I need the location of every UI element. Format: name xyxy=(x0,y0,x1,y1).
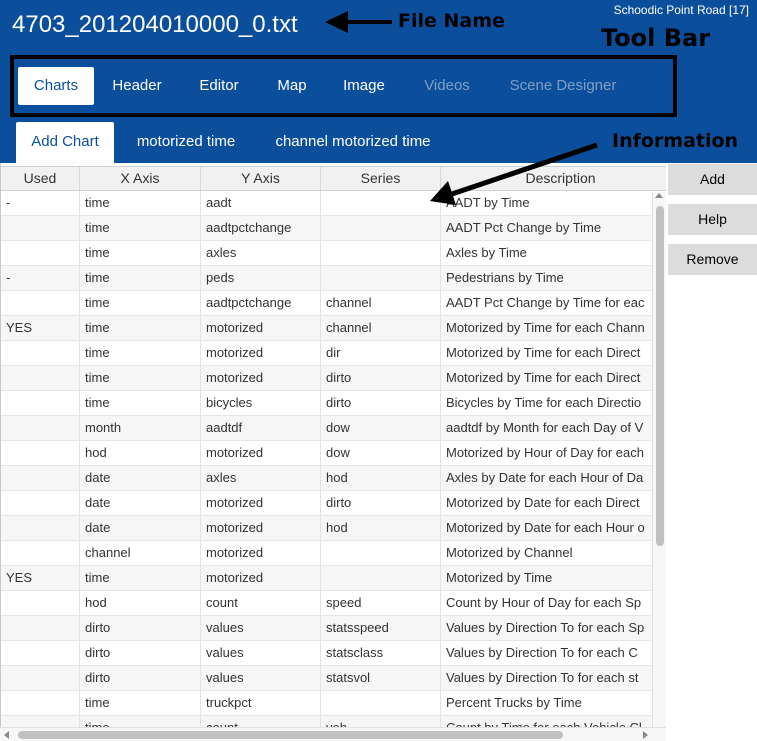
annotation-arrows xyxy=(325,11,598,205)
file-name-annotation: File Name xyxy=(398,10,505,32)
information-annotation: Information xyxy=(612,130,739,152)
tool-bar-annotation: Tool Bar xyxy=(601,24,711,52)
arrow-to-table-icon xyxy=(430,142,598,205)
arrow-to-file-name-icon xyxy=(325,11,392,33)
